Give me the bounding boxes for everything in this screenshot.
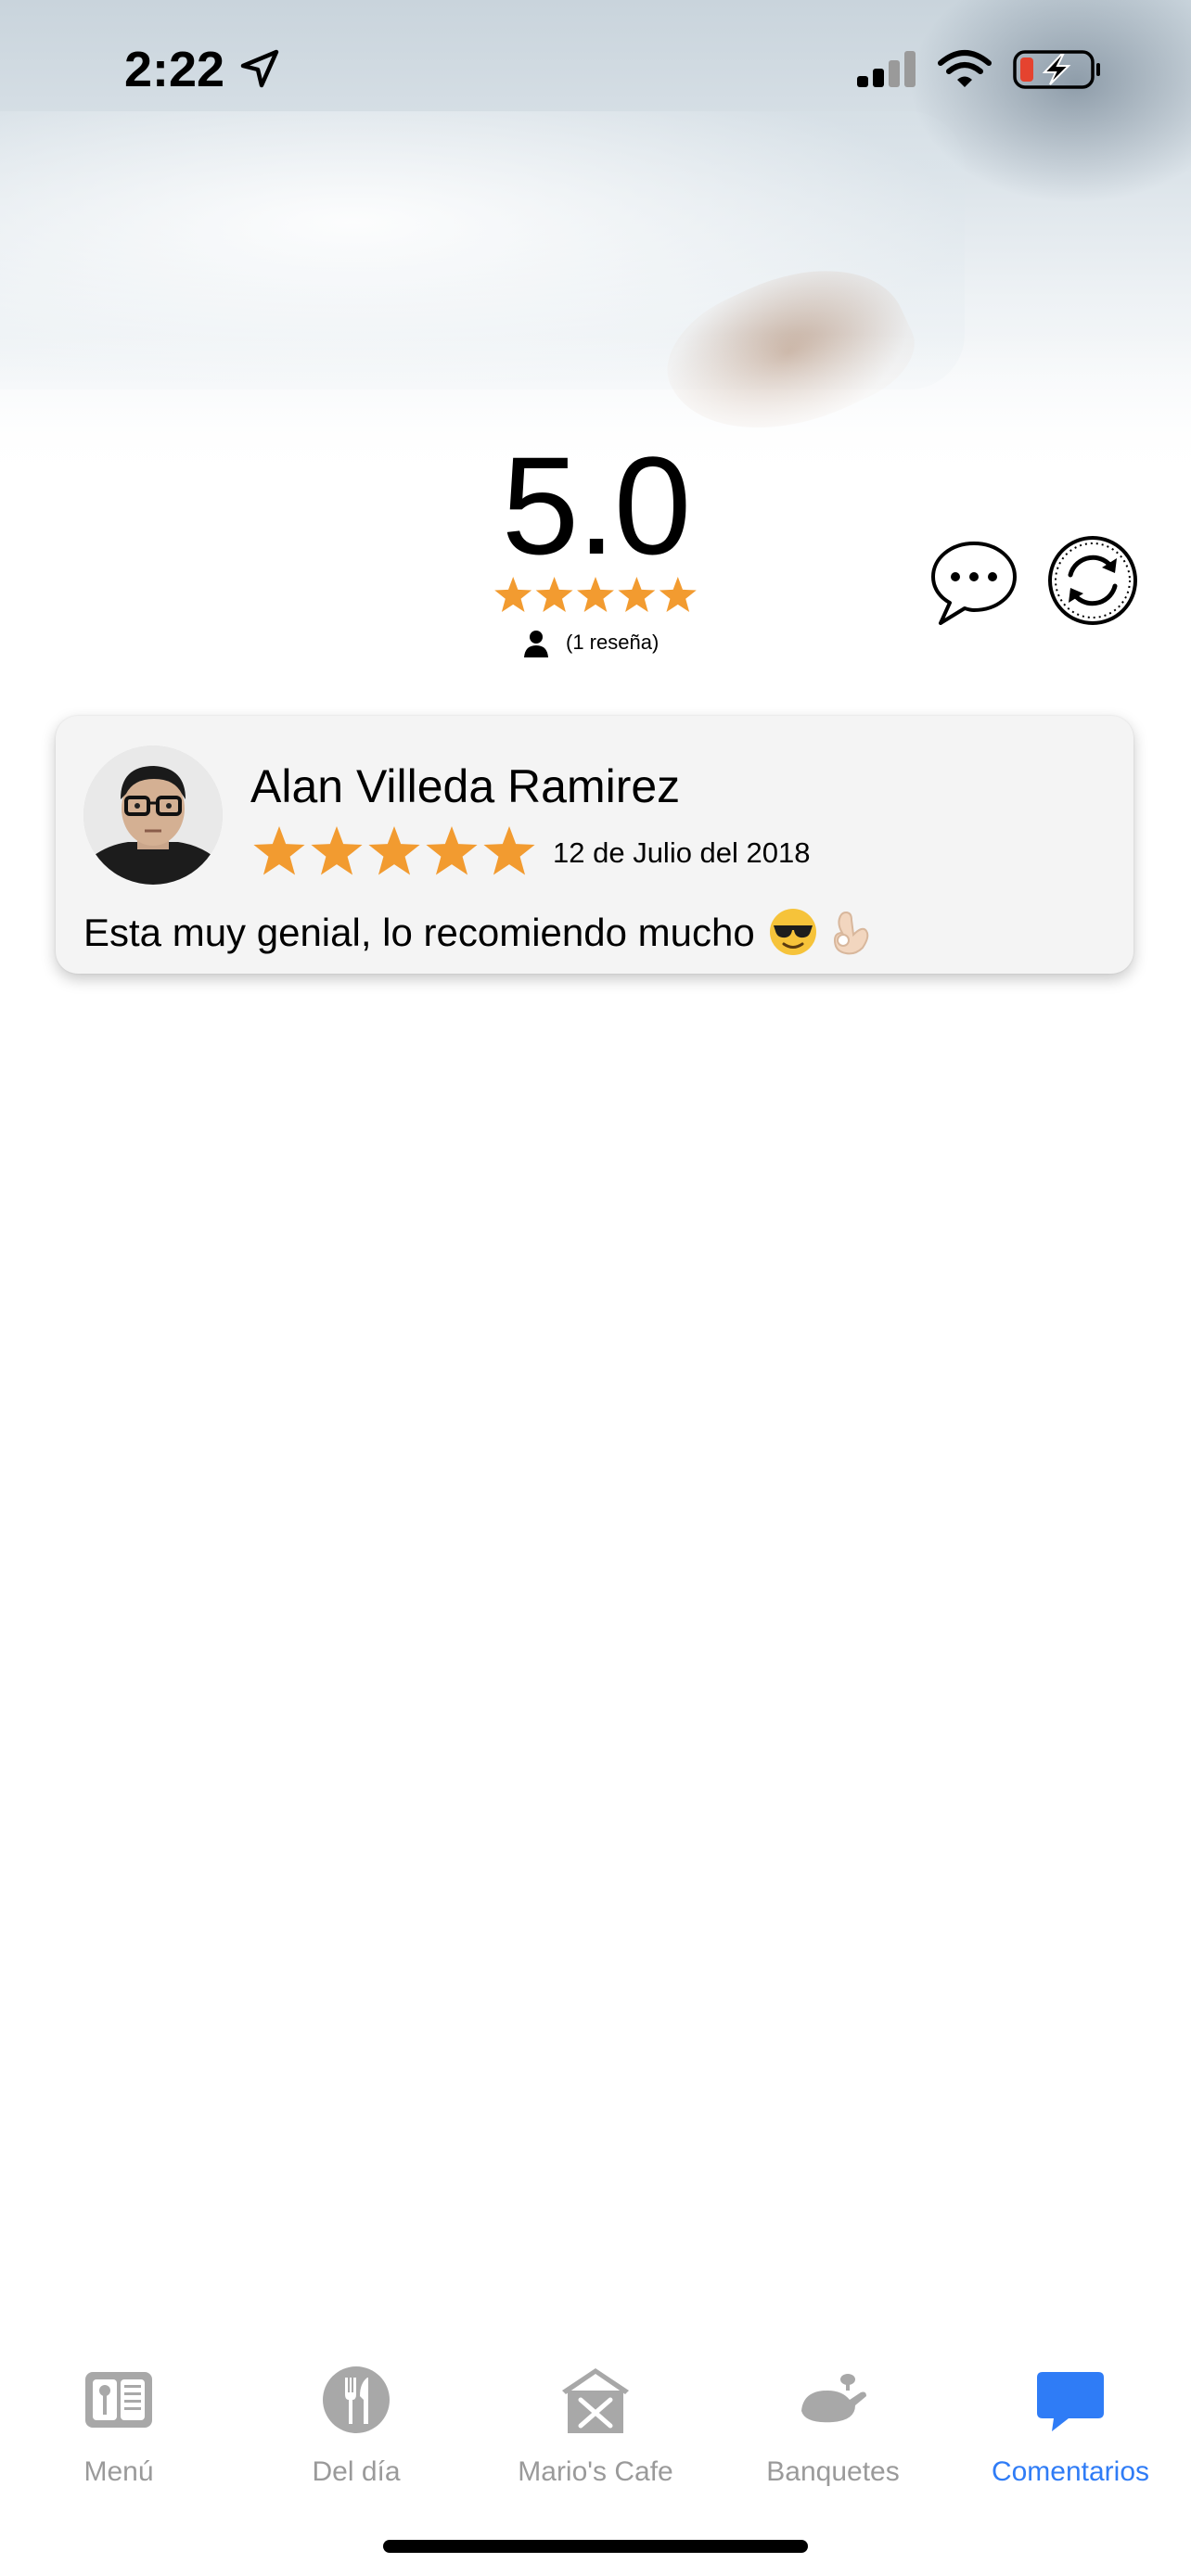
fork-knife-icon [323, 2366, 390, 2433]
chat-bubble-icon [1037, 2372, 1104, 2431]
star-icon [618, 577, 656, 612]
sunglasses-face-emoji [769, 909, 816, 955]
home-indicator [383, 2540, 808, 2553]
tab-del-dia[interactable]: Del día [237, 2363, 475, 2493]
status-time: 2:22 [124, 42, 225, 97]
star-icon [494, 577, 532, 612]
review-card[interactable]: Alan Villeda Ramirez 12 de Julio del 201… [56, 716, 1133, 974]
wifi-icon [938, 50, 992, 87]
review-stars [253, 826, 535, 875]
restaurant-house-icon [562, 2368, 629, 2433]
avatar [83, 746, 223, 885]
battery-charging-icon [1013, 50, 1100, 89]
star-icon [535, 577, 573, 612]
serving-dish-icon [801, 2374, 866, 2423]
star-icon [253, 826, 305, 875]
star-icon [577, 577, 614, 612]
review-date: 12 de Julio del 2018 [553, 836, 811, 869]
ok-hand-emoji [833, 911, 869, 955]
status-bar: 2:22 [0, 0, 1191, 139]
average-score: 5.0 [501, 427, 692, 583]
tab-label: Comentarios [991, 2456, 1150, 2487]
star-icon [659, 577, 697, 612]
location-arrow-icon [240, 49, 279, 88]
average-stars [494, 577, 697, 612]
tab-label: Del día [312, 2456, 401, 2487]
tab-marios-cafe[interactable]: Mario's Cafe [477, 2363, 714, 2493]
cellular-signal-icon [857, 51, 916, 87]
star-icon [426, 826, 478, 875]
tab-label: Menú [83, 2456, 154, 2487]
review-comment: Esta muy genial, lo recomiendo mucho [83, 911, 755, 954]
star-icon [368, 826, 420, 875]
star-icon [483, 826, 535, 875]
review-count: (1 reseña) [566, 631, 660, 654]
tab-label: Banquetes [766, 2456, 900, 2487]
menu-book-icon [85, 2372, 152, 2428]
tab-comentarios[interactable]: Comentarios [952, 2363, 1189, 2493]
tab-banquetes[interactable]: Banquetes [714, 2363, 952, 2493]
refresh-icon[interactable] [1046, 534, 1139, 627]
star-icon [311, 826, 363, 875]
reviewer-name: Alan Villeda Ramirez [250, 760, 681, 812]
chat-bubble-dots-icon[interactable] [928, 536, 1020, 629]
tab-menu[interactable]: Menú [0, 2363, 237, 2493]
person-icon [524, 631, 548, 657]
tab-label: Mario's Cafe [518, 2456, 673, 2487]
